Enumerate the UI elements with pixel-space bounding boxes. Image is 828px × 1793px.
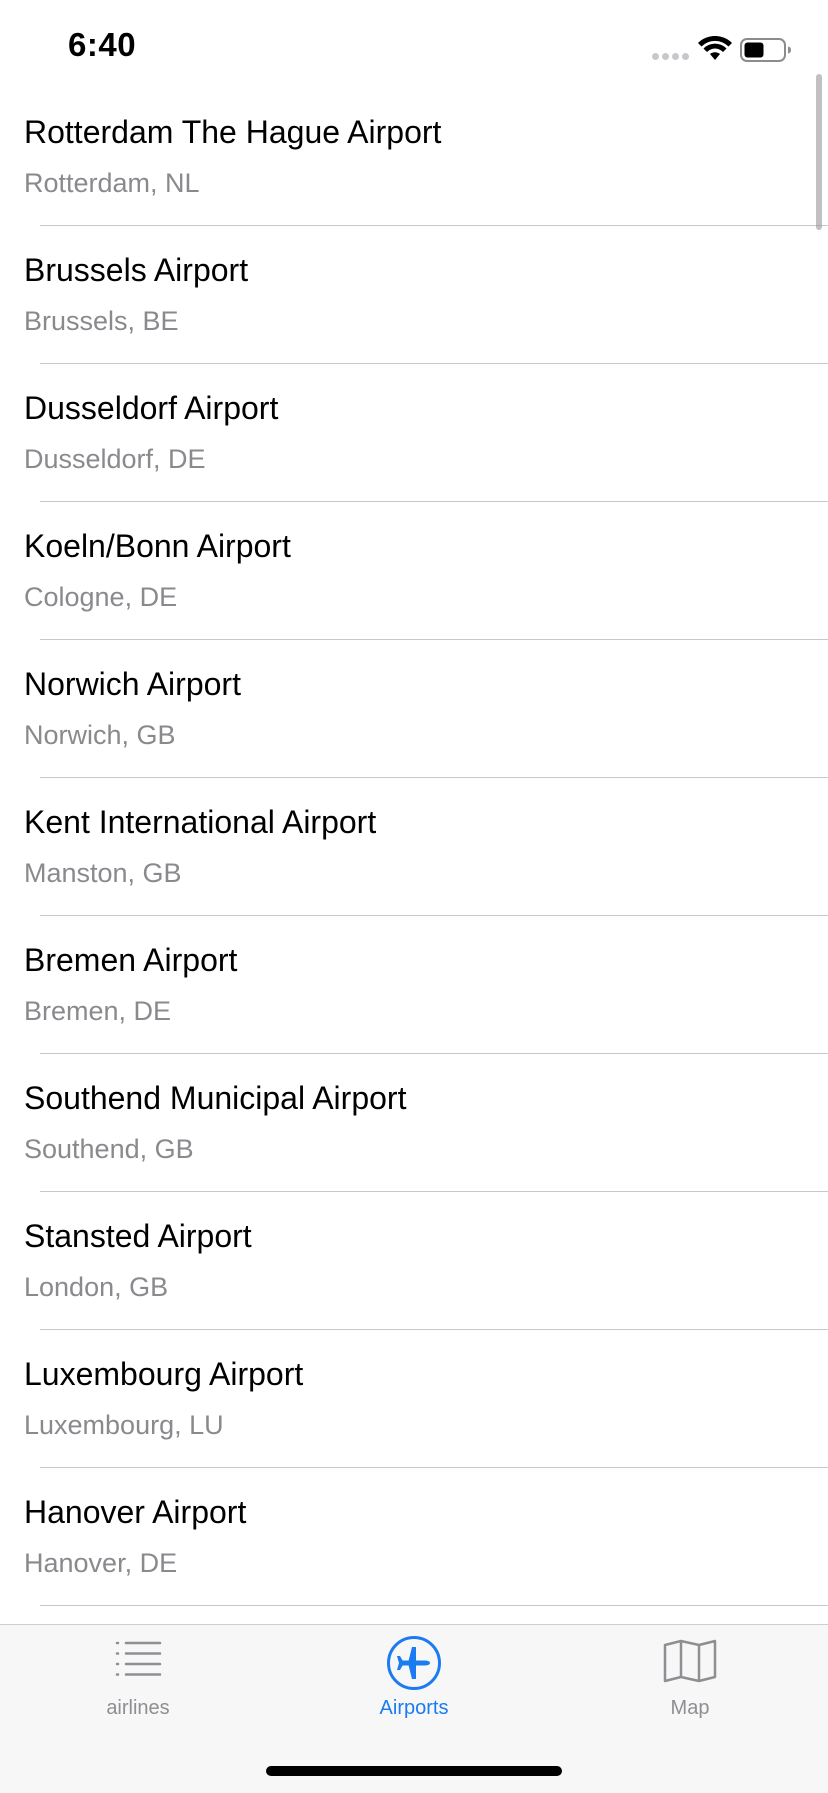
status-time: 6:40: [68, 26, 137, 63]
airport-name: Kent International Airport: [24, 804, 377, 840]
airport-location: Manston, GB: [24, 858, 182, 888]
airport-location: Cologne, DE: [24, 582, 178, 612]
home-indicator[interactable]: [266, 1766, 562, 1776]
tab-label-map: Map: [670, 1697, 710, 1719]
airport-name: Luxembourg Airport: [24, 1356, 304, 1392]
airport-location: Bremen, DE: [24, 996, 172, 1026]
list-item[interactable]: Stansted Airport London, GB: [0, 1192, 828, 1330]
tab-airports[interactable]: Airports: [276, 1625, 552, 1735]
list-item[interactable]: Hanover Airport Hanover, DE: [0, 1468, 828, 1606]
airport-location: Norwich, GB: [24, 720, 176, 750]
tab-label-airlines: airlines: [106, 1697, 170, 1719]
list-item[interactable]: Koeln/Bonn Airport Cologne, DE: [0, 502, 828, 640]
list-item[interactable]: Dusseldorf Airport Dusseldorf, DE: [0, 364, 828, 502]
airport-location: Southend, GB: [24, 1134, 194, 1164]
list-item[interactable]: Rotterdam The Hague Airport Rotterdam, NL: [0, 88, 828, 226]
list-item[interactable]: Kent International Airport Manston, GB: [0, 778, 828, 916]
airport-location: Brussels, BE: [24, 306, 179, 336]
list-icon: [115, 1641, 162, 1676]
battery-icon: [740, 38, 791, 62]
airport-name: Dusseldorf Airport: [24, 390, 279, 426]
airport-location: Rotterdam, NL: [24, 168, 200, 198]
list-item[interactable]: Southend Municipal Airport Southend, GB: [0, 1054, 828, 1192]
tab-map[interactable]: Map: [552, 1625, 828, 1735]
list-item[interactable]: Luxembourg Airport Luxembourg, LU: [0, 1330, 828, 1468]
airport-name: Bremen Airport: [24, 942, 238, 978]
list-item[interactable]: Norwich Airport Norwich, GB: [0, 640, 828, 778]
airport-name: Rotterdam The Hague Airport: [24, 114, 442, 150]
scroll-indicator[interactable]: [816, 74, 822, 230]
airport-list[interactable]: Rotterdam The Hague Airport Rotterdam, NL…: [0, 88, 828, 1606]
wifi-icon: [698, 36, 732, 60]
airport-name: Brussels Airport: [24, 252, 249, 288]
airport-name: Southend Municipal Airport: [24, 1080, 407, 1116]
airport-location: London, GB: [24, 1272, 169, 1302]
airplane-icon: [387, 1636, 441, 1690]
airport-location: Luxembourg, LU: [24, 1410, 224, 1440]
airport-name: Norwich Airport: [24, 666, 241, 702]
tab-label-airports: Airports: [379, 1697, 449, 1719]
map-icon: [663, 1639, 717, 1683]
cellular-signal-icon: [652, 53, 690, 61]
airport-location: Hanover, DE: [24, 1548, 178, 1578]
airport-name: Stansted Airport: [24, 1218, 252, 1254]
status-bar: 6:40: [0, 0, 828, 72]
airport-name: Koeln/Bonn Airport: [24, 528, 291, 564]
airport-location: Dusseldorf, DE: [24, 444, 206, 474]
tab-airlines[interactable]: airlines: [0, 1625, 276, 1735]
airport-name: Hanover Airport: [24, 1494, 247, 1530]
list-item[interactable]: Brussels Airport Brussels, BE: [0, 226, 828, 364]
list-item[interactable]: Bremen Airport Bremen, DE: [0, 916, 828, 1054]
row-separator: [40, 1605, 828, 1606]
